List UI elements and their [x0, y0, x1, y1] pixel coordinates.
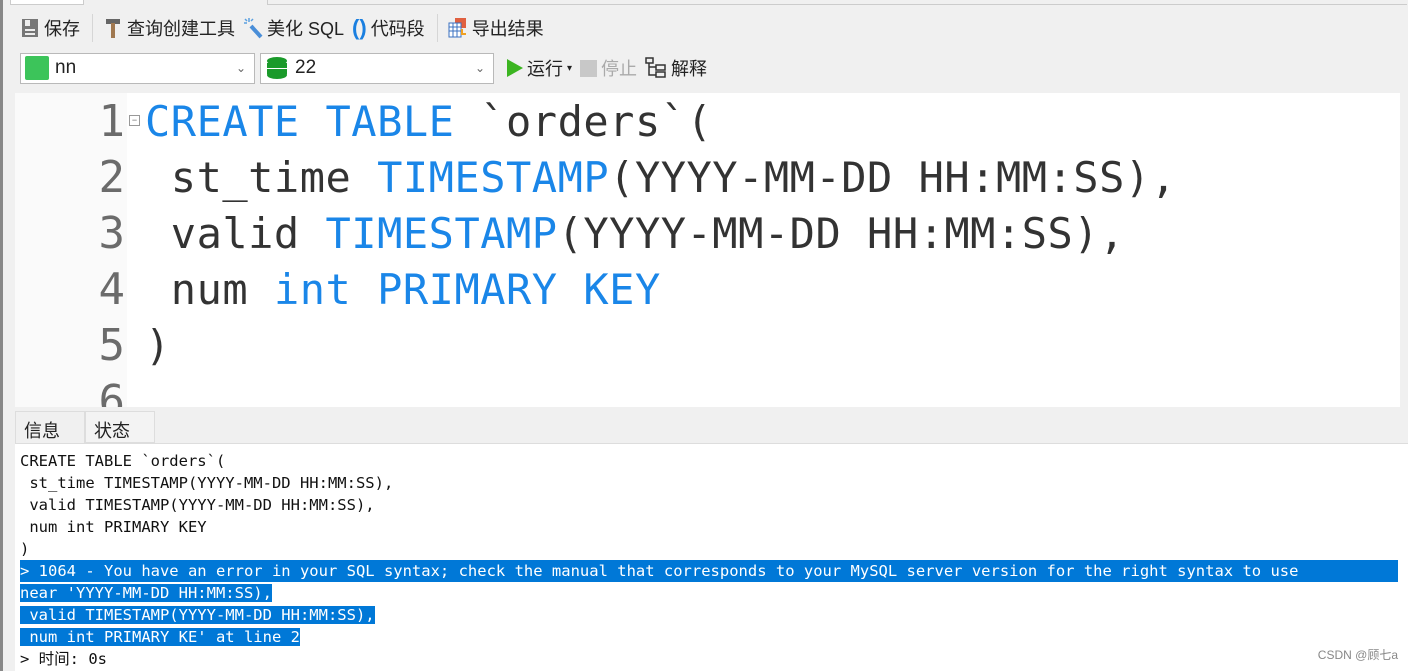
output-line: st_time TIMESTAMP(YYYY-MM-DD HH:MM:SS), — [20, 474, 394, 492]
connection-select[interactable]: nn ⌄ — [20, 52, 255, 84]
snippet-label: 代码段 — [370, 19, 425, 39]
stop-button[interactable]: 停止 — [580, 55, 637, 81]
query-builder-label: 查询创建工具 — [127, 19, 235, 39]
sql-editor[interactable]: 12345 6 − CREATE TABLE `orders`( st_time … — [15, 93, 1400, 407]
tab-info[interactable]: 信息 — [15, 411, 85, 443]
beautify-sql-label: 美化 SQL — [267, 19, 345, 39]
tab[interactable] — [10, 0, 84, 5]
error-message-line: valid TIMESTAMP(YYYY-MM-DD HH:MM:SS), — [20, 606, 375, 624]
output-line: ) — [20, 540, 30, 558]
database-select[interactable]: 22 ⌄ — [260, 52, 494, 84]
play-icon — [507, 59, 523, 77]
connection-value: nn — [55, 57, 77, 78]
run-button[interactable]: 运行 ▾ — [507, 55, 572, 81]
result-tabs: 信息 状态 — [15, 411, 155, 443]
beautify-sql-button[interactable]: 美化 SQL — [243, 15, 344, 41]
keyword-token: TIMESTAMP — [377, 153, 610, 202]
connection-toolbar: nn ⌄ 22 ⌄ 运行 ▾ 停止 解释 — [20, 52, 715, 84]
code-line: ) — [145, 318, 171, 374]
save-button[interactable]: 保存 — [20, 15, 80, 41]
line-number: 1 — [98, 96, 126, 147]
error-message-line: num int PRIMARY KE' at line 2 — [20, 628, 300, 646]
code-token: num — [145, 265, 274, 314]
chevron-down-icon: ⌄ — [474, 60, 485, 75]
window-tabs — [0, 0, 1408, 6]
save-icon — [22, 19, 38, 37]
magic-wand-icon — [244, 18, 263, 39]
fold-toggle-icon[interactable]: − — [129, 115, 140, 126]
code-line: num int PRIMARY KEY — [145, 262, 661, 318]
save-label: 保存 — [44, 19, 80, 39]
snippet-button[interactable]: () 代码段 — [352, 15, 425, 41]
line-number-gutter: 12345 6 — [15, 93, 127, 407]
keyword-token: TIMESTAMP — [325, 209, 558, 258]
output-line: valid TIMESTAMP(YYYY-MM-DD HH:MM:SS), — [20, 496, 375, 514]
main-toolbar: 保存 查询创建工具 美化 SQL () 代码段 导出结果 — [20, 14, 552, 42]
stop-icon — [580, 59, 598, 77]
tab[interactable] — [267, 0, 1407, 5]
code-token: (YYYY-MM-DD HH:MM:SS), — [557, 209, 1125, 258]
line-number: 6 — [98, 376, 126, 407]
output-line: num int PRIMARY KEY — [20, 518, 207, 536]
divider — [92, 14, 93, 42]
parentheses-icon: () — [352, 15, 367, 40]
code-token: valid — [145, 209, 326, 258]
query-builder-button[interactable]: 查询创建工具 — [103, 15, 235, 41]
code-line: CREATE TABLE `orders`( — [145, 94, 712, 150]
explain-tree-icon — [645, 57, 666, 78]
export-results-label: 导出结果 — [471, 19, 544, 39]
explain-label: 解释 — [671, 59, 708, 79]
line-number: 4 — [98, 264, 126, 315]
mysql-dolphin-icon — [25, 56, 49, 80]
error-message-line: > 1064 - You have an error in your SQL s… — [20, 560, 1398, 582]
code-token: st_time — [145, 153, 378, 202]
code-token: (YYYY-MM-DD HH:MM:SS), — [609, 153, 1177, 202]
export-table-icon — [448, 18, 466, 38]
error-message-line: near 'YYYY-MM-DD HH:MM:SS), — [20, 584, 272, 602]
run-label: 运行 — [527, 59, 563, 79]
line-number: 5 — [98, 320, 126, 371]
dropdown-arrow-icon: ▾ — [567, 62, 573, 74]
code-token: ) — [145, 321, 171, 370]
keyword-token: CREATE TABLE — [145, 97, 455, 146]
watermark: CSDN @顾七a — [1317, 648, 1398, 662]
left-border — [0, 0, 3, 671]
stop-label: 停止 — [601, 59, 638, 79]
line-number: 3 — [98, 208, 126, 259]
divider — [436, 14, 438, 42]
code-token: `orders`( — [454, 97, 713, 146]
code-line: st_time TIMESTAMP(YYYY-MM-DD HH:MM:SS), — [145, 150, 1176, 206]
database-value: 22 — [295, 57, 317, 78]
line-number: 2 — [98, 152, 126, 203]
keyword-token: int PRIMARY KEY — [273, 265, 661, 314]
code-line: valid TIMESTAMP(YYYY-MM-DD HH:MM:SS), — [145, 206, 1125, 262]
database-icon — [267, 57, 287, 79]
message-output[interactable]: CSDN @顾七a CREATE TABLE `orders`( st_time… — [15, 443, 1408, 671]
explain-button[interactable]: 解释 — [645, 55, 707, 81]
chevron-down-icon: ⌄ — [235, 60, 246, 75]
output-line: > 时间: 0s — [20, 650, 107, 668]
output-line: CREATE TABLE `orders`( — [20, 452, 226, 470]
hammer-icon — [106, 19, 120, 38]
export-results-button[interactable]: 导出结果 — [448, 15, 544, 41]
tab-status[interactable]: 状态 — [85, 411, 155, 443]
